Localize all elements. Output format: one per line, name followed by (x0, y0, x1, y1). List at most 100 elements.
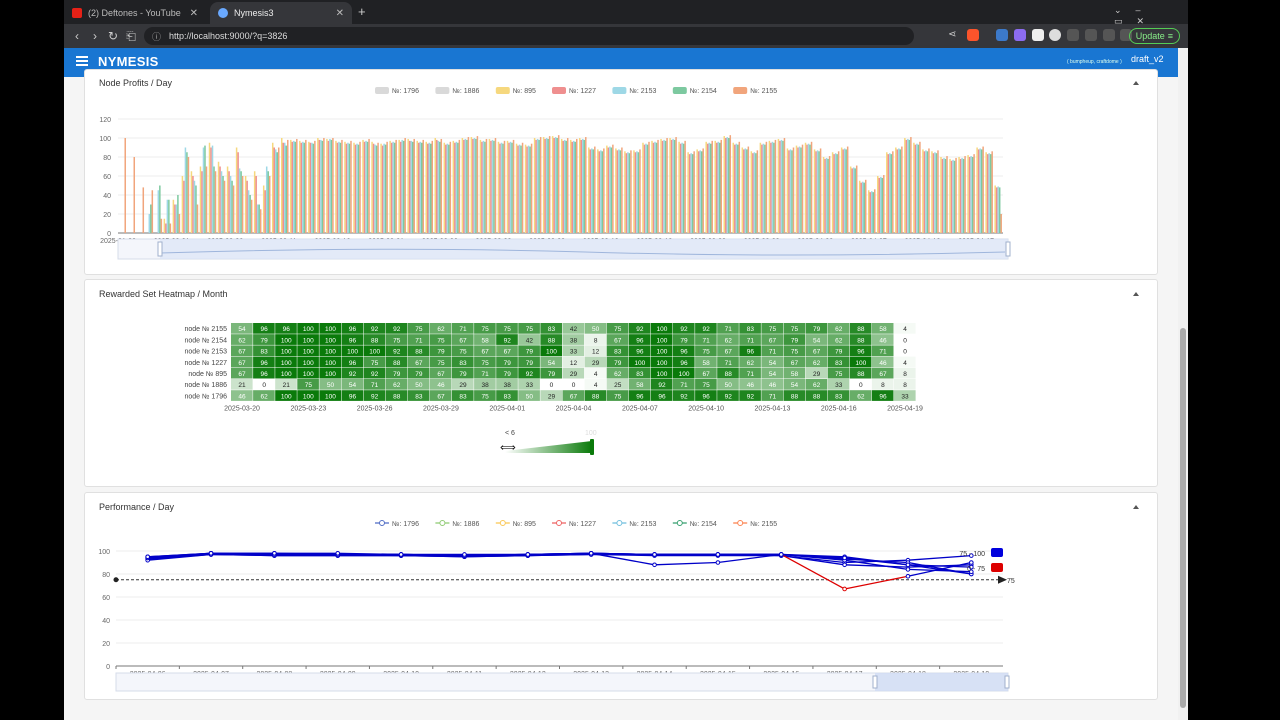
bar (746, 149, 748, 233)
visual-map-label: 75 - 100 (959, 551, 985, 558)
heatmap-cell-label: 46 (747, 382, 755, 389)
scale-handle-max[interactable] (590, 439, 594, 455)
legend-item[interactable]: №: 2154 (672, 520, 717, 529)
bar (890, 154, 893, 233)
bar (419, 141, 421, 233)
forward-icon[interactable]: › (86, 29, 104, 43)
zoom-slider-window (875, 673, 1008, 691)
bar (600, 150, 602, 233)
legend-swatch (672, 87, 687, 94)
new-tab-button[interactable]: + (358, 4, 366, 19)
heatmap-cell-label: 71 (703, 337, 711, 344)
bar (151, 190, 154, 233)
extension-icon[interactable] (1014, 29, 1026, 41)
tab-nymesis[interactable]: Nymesis3 ✕ (210, 2, 352, 24)
bar (932, 153, 935, 233)
bar (825, 157, 828, 233)
puzzle-icon[interactable] (1067, 29, 1079, 41)
bar (350, 140, 352, 233)
legend-item[interactable]: №: 1796 (375, 87, 419, 95)
legend-item[interactable]: №: 2153 (612, 87, 656, 95)
zoom-handle-left[interactable] (157, 241, 163, 257)
legend-item[interactable]: №: 1796 (375, 520, 419, 529)
extension-icon[interactable] (1032, 29, 1044, 41)
close-icon[interactable]: ✕ (190, 8, 198, 19)
heatmap-cell-label: 29 (813, 371, 821, 378)
bar (764, 144, 766, 233)
bar (743, 149, 745, 233)
legend-item[interactable]: №: 2155 (733, 520, 777, 529)
wallet-icon[interactable] (1103, 29, 1115, 41)
bar (690, 153, 692, 233)
zoom-handle-left[interactable] (872, 675, 878, 689)
heatmap-cell-label: 46 (437, 382, 445, 389)
bar (729, 135, 732, 233)
hamburger-menu-icon[interactable] (76, 56, 88, 66)
legend-item[interactable]: №: 2153 (612, 520, 656, 529)
zoom-handle-right[interactable] (1005, 241, 1011, 257)
legend-item[interactable]: №: 895 (495, 87, 536, 95)
url-text: http://localhost:9000/?q=3826 (169, 31, 288, 41)
bar (970, 156, 972, 233)
series-point (905, 574, 911, 579)
brave-shield-icon[interactable] (967, 29, 979, 41)
bar (177, 195, 179, 233)
heatmap-cell-label: 75 (703, 382, 711, 389)
bar (142, 187, 145, 233)
heatmap-x-tick-label: 2025-03-23 (290, 405, 326, 412)
bar (834, 153, 837, 233)
bar (417, 142, 420, 233)
bar (341, 139, 343, 233)
extension-icon[interactable] (1049, 29, 1061, 41)
legend-item[interactable]: №: 1227 (552, 87, 596, 95)
bar (312, 143, 315, 233)
heatmap-cell-label: 8 (903, 371, 907, 378)
heatmap-cell-label: 100 (325, 349, 336, 356)
bar (323, 138, 325, 233)
scale-handle-min[interactable]: ⟺ (500, 442, 516, 454)
bar (688, 154, 691, 233)
legend-item[interactable]: №: 1886 (435, 87, 479, 95)
legend-item[interactable]: №: 1886 (435, 520, 479, 529)
bar (833, 154, 835, 233)
bar (673, 139, 676, 233)
bar (786, 148, 789, 233)
tab-youtube[interactable]: (2) Deftones - YouTube ✕ (64, 2, 206, 24)
update-button[interactable]: Update ≡ (1128, 28, 1180, 44)
visual-map-item[interactable]: 75 - 100 (959, 548, 1003, 558)
bar (744, 148, 747, 233)
bar (294, 141, 297, 233)
scrollbar-thumb[interactable] (1180, 328, 1186, 708)
extension-icon[interactable] (996, 29, 1008, 41)
close-icon[interactable]: ✕ (336, 8, 344, 19)
bar (854, 168, 856, 233)
bar (467, 137, 470, 233)
bar (908, 139, 911, 233)
bar (627, 152, 629, 233)
legend-item[interactable]: №: 895 (495, 520, 536, 529)
back-icon[interactable]: ‹ (68, 29, 86, 43)
bar (259, 209, 262, 233)
bar (284, 142, 286, 233)
reload-icon[interactable]: ↻ (104, 29, 122, 43)
heatmap-cell-label: 67 (238, 349, 246, 356)
page-scrollbar[interactable] (1178, 48, 1188, 720)
heatmap-cell-label: 75 (791, 326, 799, 333)
bar (538, 139, 540, 233)
zoom-handle-right[interactable] (1004, 675, 1010, 689)
legend-item[interactable]: №: 2154 (672, 87, 717, 95)
heatmap-cell-label: 100 (303, 326, 314, 333)
bar (869, 192, 872, 233)
bar (201, 171, 203, 233)
legend-item[interactable]: №: 1227 (552, 520, 596, 529)
address-bar[interactable]: ⓘ http://localhost:9000/?q=3826 (144, 27, 914, 45)
bar (262, 185, 265, 233)
series-point (715, 552, 721, 557)
bookmark-icon[interactable]: ⎗ (122, 29, 140, 44)
sidebar-icon[interactable] (1085, 29, 1097, 41)
y-tick-label: 40 (102, 618, 110, 625)
share-icon[interactable]: ⋖ (948, 29, 956, 40)
bar (372, 143, 375, 233)
heatmap-cell-label: 71 (879, 349, 887, 356)
legend-item[interactable]: №: 2155 (733, 87, 777, 95)
